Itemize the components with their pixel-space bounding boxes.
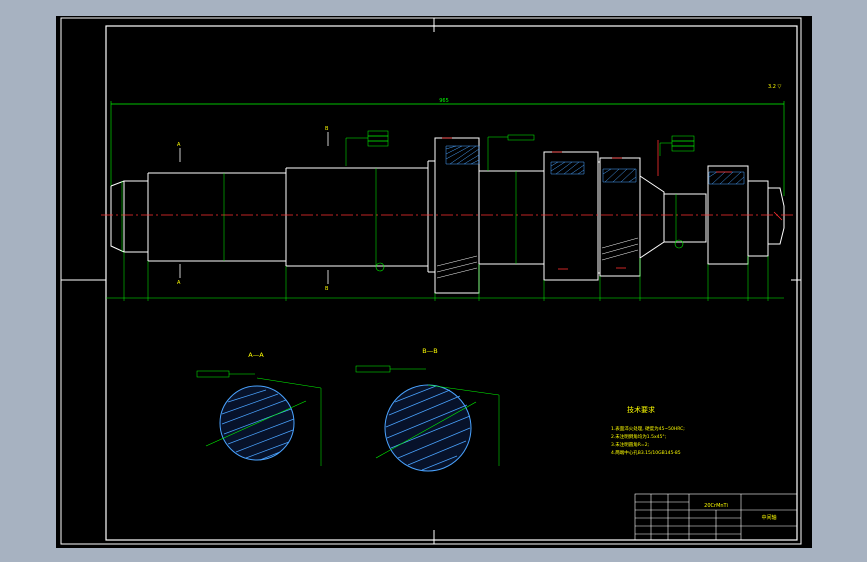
overall-dim-text: 965: [439, 98, 449, 104]
drawing-canvas: 965 3.2 ▽ A A B B A—A B—B 技术要求 1.表面淬火处理,…: [60, 17, 802, 545]
datum-symbol-1: [375, 262, 385, 272]
tolerance-marks: [442, 137, 783, 270]
tech-title: 技术要求: [627, 405, 655, 414]
title-material: 20CrMnTi: [704, 503, 728, 509]
roughness-note: 3.2 ▽: [768, 84, 782, 90]
tech-item-4: 4.两端中心孔B3.15/10GB145-85: [611, 449, 681, 456]
tech-item-1: 1.表面淬火处理, 硬度为45~50HRC;: [611, 425, 685, 432]
cad-viewport[interactable]: 965 3.2 ▽ A A B B A—A B—B 技术要求 1.表面淬火处理,…: [0, 0, 867, 562]
cut-label-b2: B: [325, 286, 329, 292]
cut-label-a2: A: [177, 280, 181, 286]
bottom-dimension-chain: [106, 252, 784, 301]
title-part-name: 中间轴: [761, 514, 776, 521]
feature-control-frames: [345, 130, 695, 171]
shaft-profile: [110, 137, 785, 294]
cut-label-a1: A: [177, 142, 181, 148]
helix-lines: [436, 237, 639, 279]
section-b-b: B—B: [355, 347, 500, 472]
diameter-dims: [121, 168, 677, 266]
overall-dimension: 965: [110, 98, 785, 196]
section-a-a: A—A: [196, 351, 322, 466]
section-a-title: A—A: [248, 351, 264, 359]
cut-label-b1: B: [325, 126, 329, 132]
section-cut-marks: A A B B: [177, 126, 329, 292]
technical-requirements: 技术要求 1.表面淬火处理, 硬度为45~50HRC; 2.未注明倒角均为1.5…: [611, 405, 685, 456]
drawing-sheet: 965 3.2 ▽ A A B B A—A B—B 技术要求 1.表面淬火处理,…: [56, 16, 812, 548]
datum-symbol-2: [674, 239, 684, 249]
tech-item-3: 3.未注明圆角R=2;: [611, 441, 649, 448]
tech-item-2: 2.未注明倒角均为1.5x45°;: [611, 433, 666, 440]
section-b-title: B—B: [422, 347, 437, 355]
